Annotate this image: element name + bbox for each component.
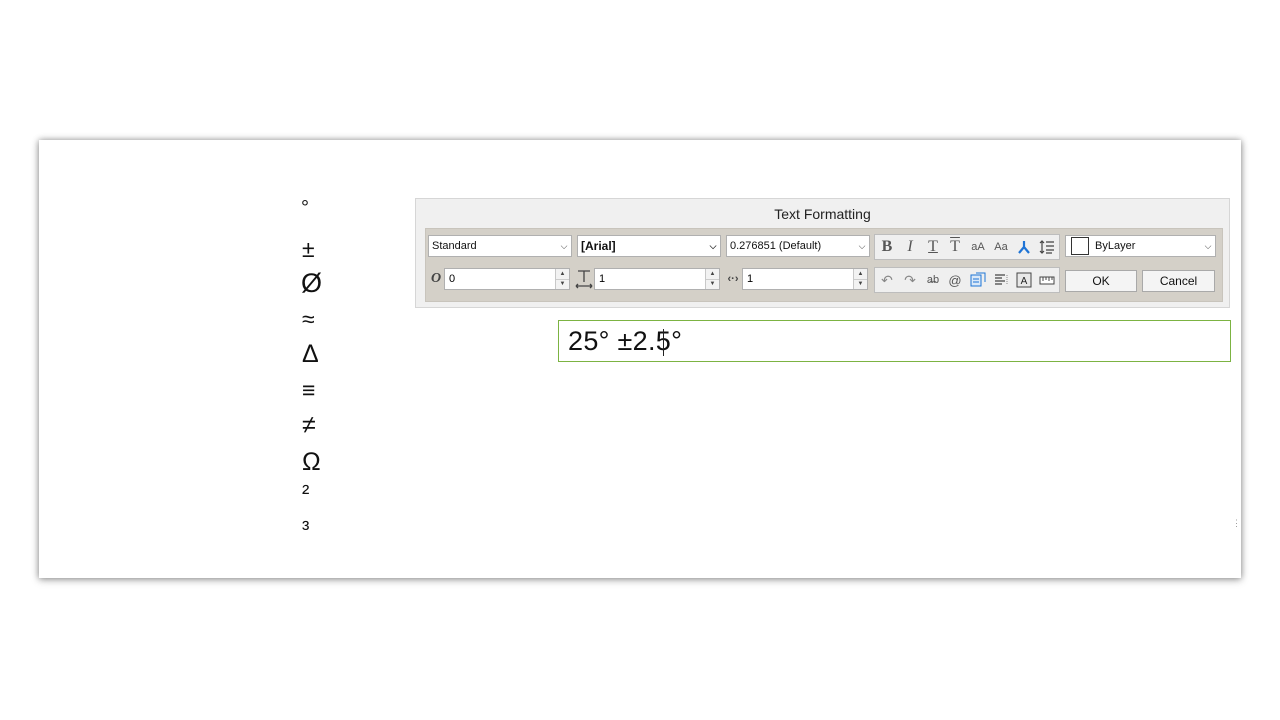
- color-dropdown[interactable]: ByLayer ⌵: [1065, 235, 1216, 257]
- redo-icon[interactable]: ↷: [900, 270, 920, 290]
- diameter-symbol: Ø: [301, 268, 323, 298]
- bold-icon[interactable]: B: [877, 237, 897, 257]
- not-equal-symbol: ≠: [302, 411, 316, 439]
- width-factor-value: 1: [747, 273, 754, 285]
- strikethrough-icon[interactable]: a̶b: [923, 270, 943, 290]
- ok-button[interactable]: OK: [1065, 270, 1137, 292]
- spin-buttons[interactable]: ▲ ▼: [853, 269, 867, 289]
- chevron-down-icon: ⌵: [1204, 240, 1212, 251]
- text-formatting-toolbar: Standard ⌵ [Arial] ⌵ 0.276851 (Default) …: [425, 228, 1223, 302]
- italic-icon[interactable]: I: [900, 237, 920, 257]
- degree-symbol: °: [301, 197, 309, 219]
- width-factor-input[interactable]: 1 ▲ ▼: [742, 268, 868, 290]
- width-factor-icon: ‹·›: [727, 273, 739, 285]
- paragraph-icon[interactable]: [991, 270, 1011, 290]
- lowercase-icon[interactable]: Aa: [991, 237, 1011, 257]
- tracking-value: 1: [599, 273, 606, 285]
- resize-handle-icon[interactable]: ⋮: [1232, 518, 1241, 529]
- text-cursor: [663, 329, 664, 356]
- approx-symbol: ≈: [302, 306, 315, 332]
- color-value: ByLayer: [1095, 240, 1136, 252]
- format-button-group: B I T T aA Aa: [874, 234, 1060, 260]
- style-value: Standard: [432, 240, 477, 252]
- svg-text:A: A: [1021, 276, 1028, 287]
- oblique-angle-icon: O: [430, 271, 442, 286]
- symbol-stack-icon[interactable]: [1014, 237, 1034, 257]
- delta-symbol: Δ: [302, 340, 319, 368]
- superscript-three-symbol: ³: [302, 516, 310, 541]
- ruler-icon[interactable]: [1037, 270, 1057, 290]
- editor-text: 25° ±2.5°: [568, 326, 683, 356]
- chevron-down-icon: ⌵: [858, 240, 866, 251]
- edit-button-group: ↶ ↷ a̶b @ A: [874, 267, 1060, 293]
- cancel-button[interactable]: Cancel: [1142, 270, 1215, 292]
- underline-icon[interactable]: T: [923, 237, 943, 257]
- text-editor-box[interactable]: 25° ±2.5°: [558, 320, 1231, 362]
- font-dropdown[interactable]: [Arial] ⌵: [577, 235, 721, 257]
- plus-minus-symbol: ±: [302, 236, 315, 262]
- style-dropdown[interactable]: Standard ⌵: [428, 235, 572, 257]
- text-formatting-dialog: Text Formatting Standard ⌵ [Arial] ⌵ 0.2…: [415, 198, 1230, 308]
- spin-buttons[interactable]: ▲ ▼: [705, 269, 719, 289]
- line-spacing-icon[interactable]: [1037, 237, 1057, 257]
- tracking-input[interactable]: 1 ▲ ▼: [594, 268, 720, 290]
- at-symbol-icon[interactable]: @: [945, 270, 965, 290]
- spin-buttons[interactable]: ▲ ▼: [555, 269, 569, 289]
- overline-icon[interactable]: T: [945, 237, 965, 257]
- drawing-canvas[interactable]: ° ± Ø ≈ Δ ≡ ≠ Ω ² ³ Text Formatting Stan…: [39, 140, 1241, 578]
- font-value: [Arial]: [581, 239, 616, 253]
- oblique-angle-value: 0: [449, 273, 456, 285]
- identical-symbol: ≡: [302, 377, 316, 403]
- background-mask-icon[interactable]: A: [1014, 270, 1034, 290]
- dialog-title: Text Formatting: [774, 206, 871, 222]
- chevron-down-icon: ⌵: [709, 240, 717, 251]
- tracking-icon: [574, 268, 594, 290]
- color-swatch: [1071, 237, 1089, 255]
- superscript-two-symbol: ²: [302, 480, 310, 505]
- omega-symbol: Ω: [302, 448, 321, 476]
- uppercase-icon[interactable]: aA: [968, 237, 988, 257]
- text-height-value: 0.276851 (Default): [730, 240, 822, 252]
- undo-icon[interactable]: ↶: [877, 270, 897, 290]
- field-icon[interactable]: [968, 270, 988, 290]
- chevron-down-icon: ⌵: [560, 240, 568, 251]
- text-height-dropdown[interactable]: 0.276851 (Default) ⌵: [726, 235, 870, 257]
- oblique-angle-input[interactable]: 0 ▲ ▼: [444, 268, 570, 290]
